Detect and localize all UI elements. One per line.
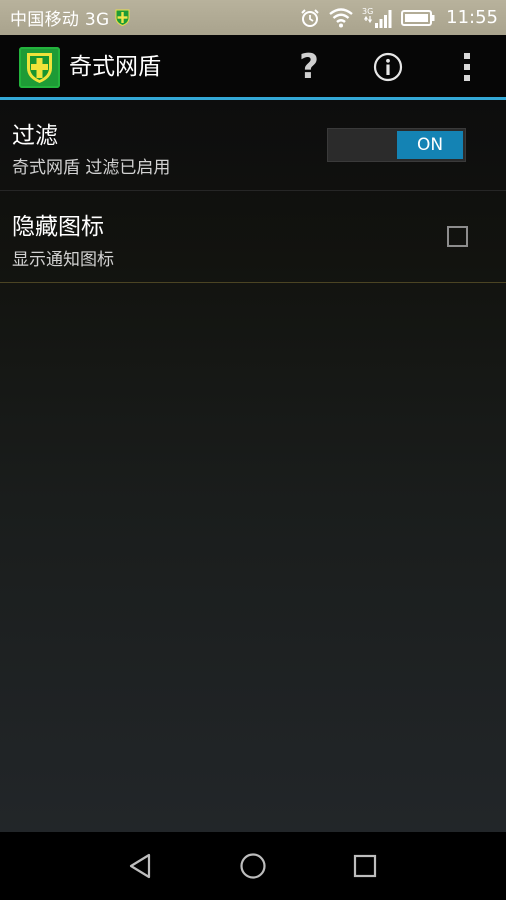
help-icon: ? xyxy=(299,47,319,87)
pref-hide-icon-summary: 显示通知图标 xyxy=(12,250,114,270)
overflow-menu-button[interactable] xyxy=(443,43,491,91)
screen: 中国移动 3G 3G 11:55 奇式网盾 ? 过滤 奇式网盾 过滤已启用 ON… xyxy=(0,0,506,900)
home-button[interactable] xyxy=(228,842,278,890)
3g-signal-icon: 3G xyxy=(362,7,392,28)
pref-filter-row[interactable]: 过滤 奇式网盾 过滤已启用 ON xyxy=(0,100,506,190)
pref-hide-icon-title: 隐藏图标 xyxy=(12,214,104,240)
pref-filter-summary: 奇式网盾 过滤已启用 xyxy=(12,158,171,178)
overflow-menu-icon xyxy=(464,53,470,81)
status-bar-right: 3G 11:55 xyxy=(300,0,498,35)
home-icon xyxy=(240,853,266,879)
status-bar-left: 中国移动 3G xyxy=(10,0,130,35)
alarm-icon xyxy=(301,8,319,27)
back-icon xyxy=(129,853,151,879)
network-badge: 3G xyxy=(362,7,373,16)
clock: 11:55 xyxy=(446,7,498,28)
filter-toggle-switch[interactable]: ON xyxy=(327,128,466,162)
list-divider xyxy=(0,282,506,283)
recents-button[interactable] xyxy=(340,842,390,890)
wifi-icon xyxy=(329,7,353,27)
pref-hide-icon-row[interactable]: 隐藏图标 显示通知图标 xyxy=(0,191,506,282)
pref-filter-title: 过滤 xyxy=(12,123,58,149)
app-shield-icon[interactable] xyxy=(19,47,60,88)
app-title: 奇式网盾 xyxy=(69,54,161,80)
hide-icon-checkbox[interactable] xyxy=(447,226,468,247)
info-button[interactable] xyxy=(364,43,412,91)
status-bar: 中国移动 3G 3G 11:55 xyxy=(0,0,506,35)
help-button[interactable]: ? xyxy=(285,43,333,91)
info-icon xyxy=(373,52,403,82)
preferences-list: 过滤 奇式网盾 过滤已启用 ON 隐藏图标 显示通知图标 xyxy=(0,100,506,832)
action-bar: 奇式网盾 ? xyxy=(0,35,506,99)
switch-on-label: ON xyxy=(397,131,463,159)
carrier-label: 中国移动 3G xyxy=(10,10,110,30)
shield-app-icon xyxy=(115,9,129,26)
recents-icon xyxy=(353,854,377,878)
navigation-bar xyxy=(0,832,506,900)
battery-icon xyxy=(401,9,435,26)
back-button[interactable] xyxy=(115,842,165,890)
